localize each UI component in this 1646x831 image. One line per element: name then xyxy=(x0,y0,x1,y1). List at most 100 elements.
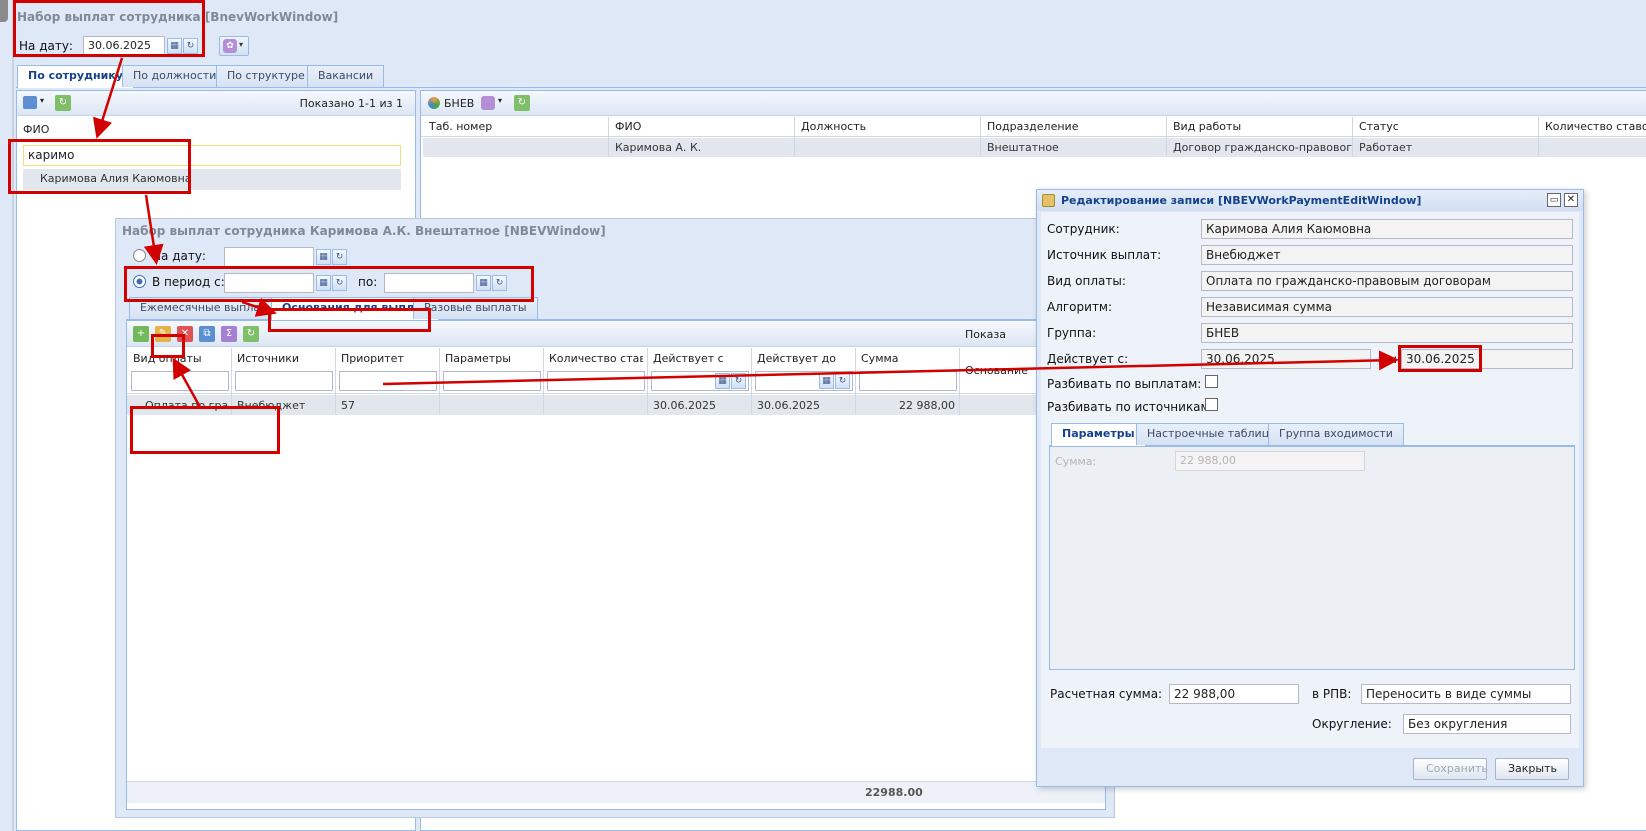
calc-sum-label: Расчетная сумма: xyxy=(1050,687,1163,701)
column-valid-from[interactable]: Действует с xyxy=(653,352,747,365)
col-sep xyxy=(959,348,960,415)
filter-parameters[interactable] xyxy=(443,371,541,391)
calendar-icon[interactable]: ▦ xyxy=(715,373,730,389)
column-fio[interactable]: ФИО xyxy=(615,120,785,133)
left-shown-text: Показано 1-1 из 1 xyxy=(299,97,403,110)
right-toolbar: БНЕВ ▾ ↻ xyxy=(421,91,1646,116)
close-icon[interactable]: ✕ xyxy=(1564,193,1578,207)
column-valid-to[interactable]: Действует до xyxy=(757,352,851,365)
grid-header: Таб. номер ФИО Должность Подразделение В… xyxy=(421,117,1646,137)
edit-window-icon xyxy=(1042,194,1055,207)
maximize-icon[interactable]: ▭ xyxy=(1547,193,1561,207)
algorithm-field[interactable]: Независимая сумма xyxy=(1201,297,1573,317)
column-department[interactable]: Подразделение xyxy=(987,120,1157,133)
cell-priority: 57 xyxy=(341,399,355,412)
on-date-input[interactable] xyxy=(224,247,314,267)
cell-valid-from: 30.06.2025 xyxy=(653,399,716,412)
edit-form: Сотрудник: Каримова Алия Каюмовна Источн… xyxy=(1041,212,1579,748)
column-rates[interactable]: Количество ставок xyxy=(1545,120,1646,133)
column-sources[interactable]: Источники xyxy=(237,352,331,365)
tab-settings-tables[interactable]: Настроечные таблицы xyxy=(1136,423,1289,445)
column-fio[interactable]: ФИО xyxy=(23,123,49,136)
filter-sum[interactable] xyxy=(859,371,957,391)
split-sources-checkbox[interactable] xyxy=(1205,398,1218,411)
column-position[interactable]: Должность xyxy=(801,120,971,133)
annotation-box-tab xyxy=(268,308,431,332)
cell-fio: Каримова А. К. xyxy=(615,141,702,154)
col-sep xyxy=(1352,117,1353,157)
edit-window-header: Редактирование записи [NBEVWorkPaymentEd… xyxy=(1037,190,1583,211)
column-work-type[interactable]: Вид работы xyxy=(1173,120,1343,133)
chevron-down-icon: ▾ xyxy=(40,96,45,105)
filter-rates-count[interactable] xyxy=(547,371,645,391)
on-date-radio[interactable] xyxy=(133,249,146,262)
filter-priority[interactable] xyxy=(339,371,437,391)
main-window-left-border xyxy=(12,0,14,831)
source-field[interactable]: Внебюджет xyxy=(1201,245,1573,265)
column-priority[interactable]: Приоритет xyxy=(341,352,435,365)
split-payments-checkbox[interactable] xyxy=(1205,375,1218,388)
tab-by-employee[interactable]: По сотруднику xyxy=(17,65,134,88)
valid-from-field[interactable]: 30.06.2025 xyxy=(1201,349,1371,369)
group-field[interactable]: БНЕВ xyxy=(1201,323,1573,343)
calendar-icon[interactable]: ▦ xyxy=(316,249,331,265)
nbev-window: Набор выплат сотрудника Каримова А.К. Вн… xyxy=(115,218,1115,818)
bnev-label[interactable]: БНЕВ xyxy=(444,97,474,110)
col-sep xyxy=(1538,117,1539,157)
right-settings-button[interactable]: ▾ xyxy=(481,95,507,112)
tab-parameters[interactable]: Параметры xyxy=(1051,423,1146,446)
column-sum[interactable]: Сумма xyxy=(861,352,955,365)
date-refresh-icon[interactable]: ↻ xyxy=(332,249,347,265)
column-parameters[interactable]: Параметры xyxy=(445,352,539,365)
filter-sources[interactable] xyxy=(235,371,333,391)
tab-vacancies[interactable]: Вакансии xyxy=(307,65,385,87)
group-label: Группа: xyxy=(1047,326,1097,340)
cell-valid-to: 30.06.2025 xyxy=(757,399,820,412)
col-sep xyxy=(751,348,752,415)
filter-payment-type[interactable] xyxy=(131,371,229,391)
cell-department: Внештатное xyxy=(987,141,1059,154)
save-button[interactable]: Сохранить xyxy=(1413,758,1488,780)
column-status[interactable]: Статус xyxy=(1359,120,1529,133)
refresh-button[interactable]: ↻ xyxy=(243,326,259,342)
annotation-box-date xyxy=(13,0,205,57)
tab-membership-group[interactable]: Группа входимости xyxy=(1268,423,1404,445)
settings-dropdown-button[interactable]: ✿ ▾ xyxy=(219,36,249,56)
tab-by-position[interactable]: По должности xyxy=(122,65,228,87)
calc-sum-field[interactable]: 22 988,00 xyxy=(1169,684,1299,704)
employee-field[interactable]: Каримова Алия Каюмовна xyxy=(1201,219,1573,239)
date-refresh-icon[interactable]: ↻ xyxy=(731,373,746,389)
col-sep xyxy=(647,348,648,415)
rpv-field[interactable]: Переносить в виде суммы xyxy=(1361,684,1571,704)
on-date-label: На дату: xyxy=(152,249,206,263)
nbev-window-title: Набор выплат сотрудника Каримова А.К. Вн… xyxy=(122,224,606,238)
gear-icon: ✿ xyxy=(223,39,237,53)
paytype-label: Вид оплаты: xyxy=(1047,274,1126,288)
paytype-field[interactable]: Оплата по гражданско-правовым договорам xyxy=(1201,271,1573,291)
bases-total: 22988.00 xyxy=(865,786,923,799)
date-refresh-icon[interactable]: ↻ xyxy=(835,373,850,389)
close-button[interactable]: Закрыть xyxy=(1495,758,1569,780)
table-row[interactable]: Каримова А. К. Внештатное Договор гражда… xyxy=(423,138,1646,157)
calendar-icon[interactable]: ▦ xyxy=(819,373,834,389)
sum-button[interactable]: Σ xyxy=(221,326,237,342)
rounding-field[interactable]: Без округления xyxy=(1403,714,1571,734)
col-sep xyxy=(608,117,609,157)
right-refresh-button[interactable]: ↻ xyxy=(514,95,530,111)
refresh-button[interactable]: ↻ xyxy=(55,95,71,111)
add-button[interactable]: + xyxy=(133,326,149,342)
list-menu-button[interactable]: ▾ xyxy=(23,95,49,112)
column-tab-number[interactable]: Таб. номер xyxy=(429,120,599,133)
edit-window-title: Редактирование записи [NBEVWorkPaymentEd… xyxy=(1061,194,1422,207)
payment-bases-panel: + ✎ ✕ ⧉ Σ ↻ Показа Вид оплаты Источники … xyxy=(126,320,1106,810)
bases-shown-text: Показа xyxy=(965,328,1006,341)
chevron-down-icon: ▾ xyxy=(239,40,244,49)
tab-by-structure[interactable]: По структуре xyxy=(216,65,316,87)
annotation-box-search xyxy=(8,139,191,194)
column-rates-count[interactable]: Количество став xyxy=(549,352,643,365)
main-tabbar-line xyxy=(16,87,1646,88)
main-window-left-handle xyxy=(0,0,8,22)
copy-button[interactable]: ⧉ xyxy=(199,326,215,342)
cell-status: Работает xyxy=(1359,141,1413,154)
bnev-icon xyxy=(428,97,440,109)
